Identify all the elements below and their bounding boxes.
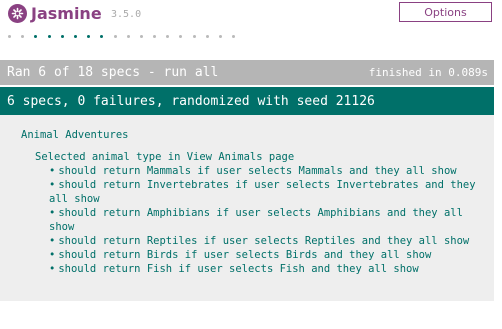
spec-dots-bar xyxy=(8,31,245,41)
spec-dot-skipped[interactable] xyxy=(153,34,157,38)
spec-dot-passed[interactable] xyxy=(47,34,51,38)
result-text: 6 specs, 0 failures, randomized with see… xyxy=(7,93,375,109)
version-label: 3.5.0 xyxy=(111,9,142,20)
suite-title-link[interactable]: Animal Adventures xyxy=(21,128,128,142)
spec-dot-skipped[interactable] xyxy=(179,34,183,38)
spec-link[interactable]: should return Mammals if user selects Ma… xyxy=(58,165,456,177)
spec-dot-skipped[interactable] xyxy=(113,34,117,38)
spec-bullet-icon: • xyxy=(49,207,56,219)
spec-item: • should return Invertebrates if user sel… xyxy=(49,178,489,206)
spec-dot-skipped[interactable] xyxy=(139,34,143,38)
group-title-link[interactable]: Selected animal type in View Animals pag… xyxy=(35,150,294,164)
spec-dot-skipped[interactable] xyxy=(192,34,196,38)
jasmine-header: Jasmine 3.5.0 Options xyxy=(0,0,502,58)
result-bar: 6 specs, 0 failures, randomized with see… xyxy=(0,87,494,115)
spec-dot-skipped[interactable] xyxy=(219,34,222,38)
logo-wordmark: Jasmine xyxy=(31,4,102,23)
jasmine-logo: Jasmine xyxy=(8,4,102,23)
results-panel: Animal Adventures Selected animal type i… xyxy=(0,115,494,301)
spec-item: • should return Reptiles if user selects … xyxy=(49,234,489,248)
spec-link[interactable]: should return Invertebrates if user sele… xyxy=(49,179,476,205)
spec-dot-passed[interactable] xyxy=(60,34,64,38)
spec-list: • should return Mammals if user selects M… xyxy=(49,164,489,276)
spec-bullet-icon: • xyxy=(49,263,56,275)
spec-bullet-icon: • xyxy=(49,179,56,191)
spec-dot-skipped[interactable] xyxy=(232,34,236,38)
spec-dot-passed[interactable] xyxy=(34,34,38,38)
options-button[interactable]: Options xyxy=(399,2,492,22)
spec-dot-skipped[interactable] xyxy=(166,34,170,38)
spec-link[interactable]: should return Fish if user selects Fish … xyxy=(58,263,418,275)
spec-link[interactable]: should return Reptiles if user selects R… xyxy=(58,235,469,247)
spec-dot-skipped[interactable] xyxy=(126,34,130,38)
spec-dot-passed[interactable] xyxy=(73,34,77,38)
spec-item: • should return Birds if user selects Bir… xyxy=(49,248,489,262)
spec-bullet-icon: • xyxy=(49,165,56,177)
spec-link[interactable]: should return Birds if user selects Bird… xyxy=(58,249,431,261)
spec-dot-skipped[interactable] xyxy=(205,34,209,38)
jasmine-flower-icon xyxy=(8,4,27,23)
spec-dot-skipped[interactable] xyxy=(21,34,25,38)
finished-time: finished in 0.089s xyxy=(368,66,488,79)
spec-item: • should return Amphibians if user select… xyxy=(49,206,489,234)
spec-link[interactable]: should return Amphibians if user selects… xyxy=(49,207,463,233)
spec-dot-passed[interactable] xyxy=(100,34,104,38)
spec-item: • should return Mammals if user selects M… xyxy=(49,164,489,178)
spec-bullet-icon: • xyxy=(49,249,56,261)
spec-dot-passed[interactable] xyxy=(87,34,91,38)
spec-item: • should return Fish if user selects Fish… xyxy=(49,262,489,276)
run-summary-text: Ran 6 of 18 specs - run all xyxy=(7,65,219,80)
spec-dot-skipped[interactable] xyxy=(8,34,11,38)
run-summary-bar: Ran 6 of 18 specs - run all finished in … xyxy=(0,60,494,85)
spec-bullet-icon: • xyxy=(49,235,56,247)
